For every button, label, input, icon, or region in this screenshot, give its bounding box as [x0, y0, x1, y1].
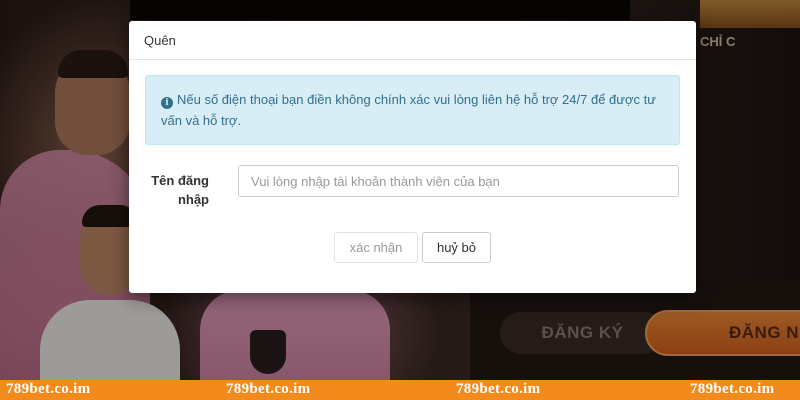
watermark-text: 789bet.co.im — [6, 381, 91, 397]
watermark-text: 789bet.co.im — [456, 381, 541, 397]
watermark-text: 789bet.co.im — [226, 381, 311, 397]
forgot-password-modal: Quên i Nếu số điện thoại bạn điền không c… — [129, 21, 696, 293]
confirm-button[interactable]: xác nhận — [334, 232, 418, 263]
username-label: Tên đăng nhập — [151, 173, 209, 207]
cancel-button[interactable]: huỷ bỏ — [422, 232, 491, 263]
username-input[interactable] — [238, 165, 679, 197]
alert-text: Nếu số điện thoại bạn điền không chính x… — [161, 92, 656, 128]
modal-title: Quên — [144, 32, 176, 48]
modal-header: Quên — [129, 21, 696, 60]
watermark-text: 789bet.co.im — [690, 381, 775, 397]
info-icon: i — [161, 97, 173, 109]
watermark-bar: 789bet.co.im 789bet.co.im 789bet.co.im 7… — [0, 380, 800, 400]
info-alert: i Nếu số điện thoại bạn điền không chính … — [145, 75, 680, 145]
